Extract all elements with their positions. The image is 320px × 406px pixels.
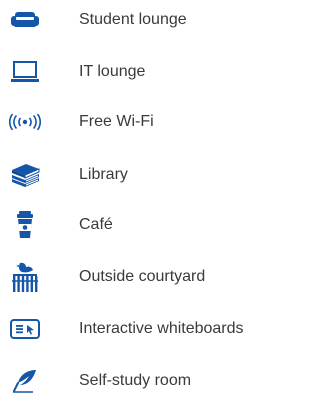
list-item-label: Self-study room	[79, 372, 192, 389]
list-item-label: Outside courtyard	[79, 268, 206, 285]
list-item-label: Library	[79, 166, 128, 183]
list-item-label: Student lounge	[79, 11, 187, 28]
coffee-cup-icon	[8, 208, 42, 242]
list-item-outside-courtyard: Outside courtyard	[0, 257, 277, 297]
list-item-it-lounge: IT lounge	[0, 52, 277, 92]
quill-pen-icon	[8, 364, 42, 398]
list-item-label: Café	[79, 216, 113, 233]
list-item-label: Interactive whiteboards	[79, 320, 244, 337]
wifi-icon	[8, 105, 42, 139]
list-item-library: Library	[0, 155, 277, 195]
list-item-student-lounge: Student lounge	[0, 0, 277, 40]
list-item-label: Free Wi-Fi	[79, 113, 154, 130]
list-item-interactive-whiteboards: Interactive whiteboards	[0, 309, 277, 349]
books-icon	[8, 158, 42, 192]
sofa-icon	[8, 3, 42, 37]
list-item-self-study-room: Self-study room	[0, 361, 277, 401]
amenities-list: Student lounge IT lounge Free Wi-Fi Libr…	[0, 0, 277, 406]
laptop-icon	[8, 55, 42, 89]
bird-fence-icon	[8, 260, 42, 294]
list-item-cafe: Café	[0, 205, 277, 245]
whiteboard-icon	[8, 312, 42, 346]
list-item-free-wifi: Free Wi-Fi	[0, 102, 277, 142]
list-item-label: IT lounge	[79, 63, 146, 80]
